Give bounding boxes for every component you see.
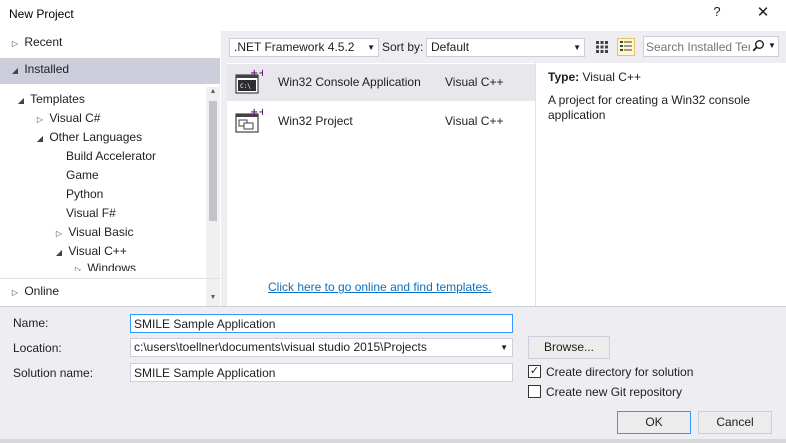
- tree-item-recent[interactable]: ▷ Recent: [9, 33, 62, 52]
- tree-item-label: Recent: [24, 35, 63, 49]
- win32-project-icon: ++: [235, 107, 267, 135]
- tree-item-windows[interactable]: ▷ Windows: [72, 261, 136, 271]
- tree-item-label: Game: [66, 168, 99, 182]
- type-value: Visual C++: [582, 70, 641, 84]
- list-icon: [620, 41, 632, 51]
- close-button[interactable]: ✕: [752, 3, 774, 25]
- template-type: Type: Visual C++: [548, 70, 641, 84]
- divider: [0, 439, 786, 443]
- chevron-down-icon[interactable]: ▼: [768, 41, 776, 50]
- location-value: c:\users\toellner\documents\visual studi…: [134, 340, 427, 354]
- tree-item-label: Visual C++: [68, 244, 127, 258]
- collapse-arrow-icon[interactable]: ◢: [9, 61, 21, 80]
- scroll-up-icon[interactable]: ▲: [206, 88, 220, 100]
- small-icons-view-button[interactable]: [593, 38, 611, 56]
- template-language: Visual C++: [445, 75, 504, 89]
- template-item-win32-project[interactable]: ++ Win32 Project Visual C++: [227, 103, 535, 140]
- expand-arrow-icon[interactable]: ▷: [9, 283, 21, 302]
- chevron-down-icon: ▼: [367, 43, 375, 52]
- create-git-checkbox[interactable]: [528, 385, 541, 398]
- template-details: Type: Visual C++ A project for creating …: [536, 63, 786, 306]
- expand-arrow-icon[interactable]: ▷: [34, 110, 46, 129]
- template-description: A project for creating a Win32 console a…: [548, 93, 751, 122]
- template-name: Win32 Console Application: [278, 75, 421, 89]
- expand-arrow-icon[interactable]: ▷: [53, 224, 65, 243]
- expand-arrow-icon[interactable]: ▷: [9, 34, 21, 53]
- tree-item-label: Online: [24, 284, 60, 298]
- collapse-arrow-icon[interactable]: ◢: [15, 91, 27, 110]
- grid-icon: [596, 41, 608, 53]
- create-directory-label[interactable]: Create directory for solution: [546, 365, 693, 379]
- list-view-button[interactable]: [617, 38, 635, 56]
- svg-text:++: ++: [250, 68, 263, 79]
- tree-item-label: Visual C#: [49, 111, 101, 125]
- tree-item-visual-fsharp[interactable]: Visual F#: [66, 204, 116, 223]
- window-title: New Project: [9, 7, 74, 21]
- template-tree: ▷ Recent ◢ Installed ◢ Templates ▷ Visua…: [0, 31, 220, 307]
- create-directory-checkbox[interactable]: ✓: [528, 365, 541, 378]
- framework-select[interactable]: .NET Framework 4.5.2 ▼: [229, 38, 379, 57]
- tree-item-label: Visual F#: [66, 206, 116, 220]
- tree-item-templates[interactable]: ◢ Templates: [15, 90, 85, 109]
- name-label: Name:: [13, 316, 49, 330]
- create-git-label[interactable]: Create new Git repository: [546, 385, 682, 399]
- tree-item-build-accelerator[interactable]: Build Accelerator: [66, 147, 156, 166]
- search-input[interactable]: [646, 38, 750, 55]
- location-select[interactable]: c:\users\toellner\documents\visual studi…: [130, 338, 513, 357]
- tree-item-installed[interactable]: ◢ Installed: [9, 60, 69, 79]
- search-box[interactable]: ▼: [643, 36, 779, 57]
- tree-item-other-languages[interactable]: ◢ Other Languages: [34, 128, 142, 147]
- tree-item-label: Installed: [24, 62, 70, 76]
- template-language: Visual C++: [445, 114, 504, 128]
- type-label: Type:: [548, 70, 580, 84]
- browse-button[interactable]: Browse...: [528, 336, 610, 359]
- template-list: C:\ ++ Win32 Console Application Visual …: [227, 63, 535, 306]
- sort-label: Sort by:: [382, 40, 424, 54]
- location-label: Location:: [13, 341, 62, 355]
- tree-item-python[interactable]: Python: [66, 185, 103, 204]
- project-form: Name: Location: c:\users\toellner\docume…: [0, 306, 786, 443]
- tree-item-label: Templates: [30, 92, 85, 106]
- help-button[interactable]: ?: [708, 4, 726, 22]
- template-toolbar: .NET Framework 4.5.2 ▼ Sort by: Default …: [227, 31, 786, 63]
- tree-item-visual-cpp[interactable]: ◢ Visual C++: [53, 242, 127, 261]
- divider: [0, 278, 220, 279]
- chevron-down-icon: ▼: [573, 43, 581, 52]
- expand-arrow-icon[interactable]: ▷: [72, 262, 84, 271]
- solution-name-input[interactable]: [130, 363, 513, 382]
- sort-select-value: Default: [431, 40, 470, 54]
- project-name-input[interactable]: [130, 314, 513, 333]
- svg-text:C:\: C:\: [240, 83, 251, 90]
- sort-select[interactable]: Default ▼: [426, 38, 585, 57]
- collapse-arrow-icon[interactable]: ◢: [34, 129, 46, 148]
- tree-item-label: Python: [66, 187, 104, 201]
- console-app-icon: C:\ ++: [235, 68, 267, 96]
- collapse-arrow-icon[interactable]: ◢: [53, 243, 65, 262]
- tree-item-online[interactable]: ▷ Online: [9, 282, 59, 301]
- cancel-button[interactable]: Cancel: [698, 411, 772, 434]
- scrollbar-thumb[interactable]: [209, 101, 217, 221]
- tree-item-label: Other Languages: [49, 130, 143, 144]
- svg-text:++: ++: [250, 107, 263, 118]
- tree-item-label: Windows: [87, 261, 137, 271]
- solution-name-label: Solution name:: [13, 366, 94, 380]
- template-name: Win32 Project: [278, 114, 353, 128]
- online-templates-link[interactable]: Click here to go online and find templat…: [268, 280, 491, 294]
- tree-item-visual-csharp[interactable]: ▷ Visual C#: [34, 109, 101, 129]
- title-bar: New Project ? ✕: [0, 0, 786, 28]
- tree-item-label: Build Accelerator: [66, 149, 157, 163]
- tree-item-game[interactable]: Game: [66, 166, 99, 185]
- ok-button[interactable]: OK: [617, 411, 691, 434]
- scroll-down-icon[interactable]: ▼: [206, 294, 220, 306]
- template-item-win32-console[interactable]: C:\ ++ Win32 Console Application Visual …: [227, 64, 535, 101]
- tree-item-label: Visual Basic: [68, 225, 134, 239]
- framework-select-value: .NET Framework 4.5.2: [234, 40, 355, 54]
- tree-item-visual-basic[interactable]: ▷ Visual Basic: [53, 223, 134, 242]
- tree-scrollbar[interactable]: ▲ ▼: [206, 87, 220, 307]
- search-icon[interactable]: [752, 39, 765, 55]
- chevron-down-icon: ▼: [500, 343, 508, 352]
